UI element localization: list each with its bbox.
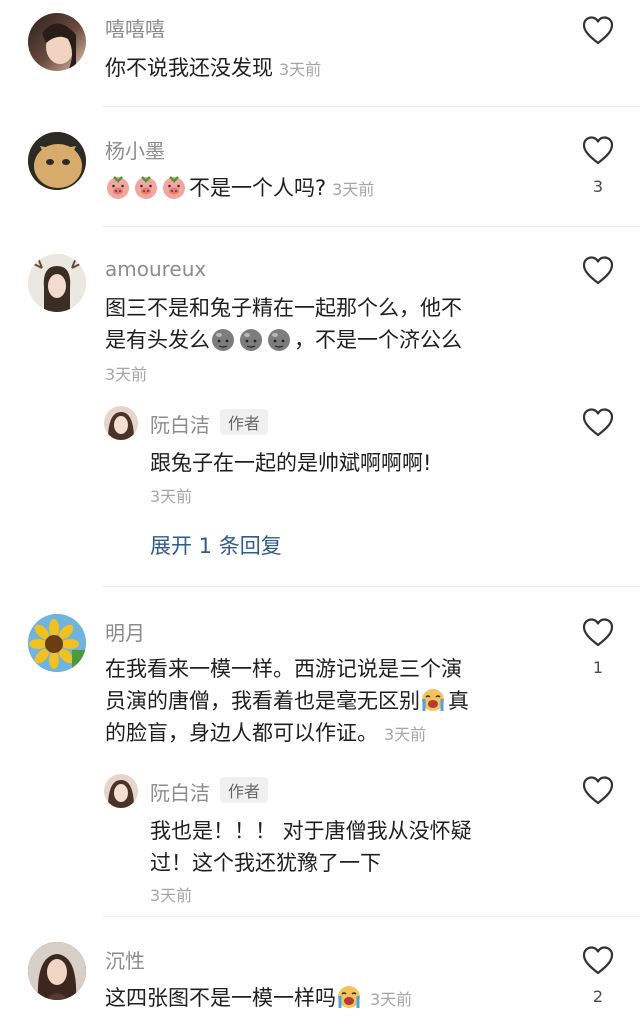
username[interactable]: 沉性 (105, 945, 145, 974)
comment-time: 3天前 (105, 365, 148, 384)
crying-emoji (336, 984, 362, 1010)
bald-head-emoji (266, 326, 292, 352)
author-badge: 作者 (220, 777, 269, 803)
username[interactable]: 嘻嘻嘻 (105, 13, 165, 42)
username[interactable]: 杨小墨 (105, 135, 165, 164)
comment-item: 明月 在我看来一模一样。西游记说是三个演 员演的唐僧，我看着也是毫无区别 真 的脸… (0, 588, 640, 918)
reply-user: 阮白洁 (150, 781, 210, 805)
comment-text: 这四张图不是一模一样吗 3天前 (105, 982, 412, 1016)
bald-head-emoji (210, 326, 236, 352)
comment-text: 不是一个人吗? 3天前 (105, 172, 374, 206)
comment-line: 图三不是和兔子精在一起那个么，他不 (105, 296, 462, 320)
reply-time: 3天前 (150, 886, 193, 905)
avatar[interactable] (28, 614, 86, 672)
heart-icon[interactable] (581, 134, 615, 168)
reply-time: 3天前 (150, 487, 193, 506)
reply-user: 阮白洁 (150, 413, 210, 437)
comment-line: 在我看来一模一样。西游记说是三个演 (105, 657, 462, 681)
comment-line: 的脸盲，身边人都可以作证。 3天前 (105, 717, 469, 751)
heart-icon[interactable] (581, 406, 615, 440)
comment-time: 3天前 (370, 990, 413, 1009)
comment-item: 嘻嘻嘻 你不说我还没发现 3天前 (0, 0, 640, 108)
like-count: 1 (592, 658, 604, 677)
comment-body: ，不是一个济公么 (294, 328, 462, 352)
bald-head-emoji (238, 326, 264, 352)
reply-line: 我也是！！！ 对于唐僧我从没怀疑 (150, 819, 472, 843)
comment-body: 是有头发么 (105, 328, 210, 352)
comment-time: 3天前 (332, 180, 375, 199)
comment-item: 沉性 这四张图不是一模一样吗 3天前 2 (0, 918, 640, 1027)
avatar[interactable] (104, 774, 138, 808)
heart-icon[interactable] (581, 254, 615, 288)
pig-face-emoji (133, 174, 159, 200)
heart-icon[interactable] (581, 616, 615, 650)
pig-face-emoji (161, 174, 187, 200)
comment-body: 不是一个人吗? (189, 176, 327, 200)
comment-body: 员演的唐僧，我看着也是毫无区别 (105, 689, 420, 713)
heart-icon[interactable] (581, 14, 615, 48)
avatar[interactable] (28, 13, 86, 71)
like-count: 2 (592, 987, 604, 1006)
reply-line: 过！这个我还犹豫了一下 (150, 851, 381, 875)
comment-line: 员演的唐僧，我看着也是毫无区别 真 (105, 685, 469, 717)
avatar[interactable] (28, 254, 86, 312)
avatar[interactable] (28, 132, 86, 190)
comment-text: 在我看来一模一样。西游记说是三个演 员演的唐僧，我看着也是毫无区别 真 的脸盲，身… (105, 653, 469, 751)
comment-time: 3天前 (279, 60, 322, 79)
username[interactable]: amoureux (105, 257, 206, 281)
username[interactable]: 明月 (105, 617, 145, 646)
comment-text: 你不说我还没发现 3天前 (105, 52, 321, 86)
divider (103, 586, 640, 587)
comment-line: 是有头发么 ，不是一个济公么 (105, 324, 462, 356)
comment-body: 的脸盲，身边人都可以作证。 (105, 721, 378, 745)
heart-icon[interactable] (581, 944, 615, 978)
pig-face-emoji (105, 174, 131, 200)
comment-text: 图三不是和兔子精在一起那个么，他不 是有头发么 ，不是一个济公么 (105, 292, 462, 356)
comment-item: 杨小墨 不是一个人吗? 3天前 3 (0, 108, 640, 228)
comment-body: 真 (448, 689, 469, 713)
expand-replies-link[interactable]: 展开 1 条回复 (150, 530, 282, 560)
username[interactable]: 阮白洁 作者 (150, 409, 269, 438)
username[interactable]: 阮白洁 作者 (150, 777, 269, 806)
like-count: 3 (592, 177, 604, 196)
heart-icon[interactable] (581, 774, 615, 808)
divider (103, 226, 640, 227)
comment-body: 这四张图不是一模一样吗 (105, 986, 336, 1010)
avatar[interactable] (104, 406, 138, 440)
crying-emoji (420, 687, 446, 713)
reply-text: 我也是！！！ 对于唐僧我从没怀疑 过！这个我还犹豫了一下 (150, 815, 472, 879)
comment-time: 3天前 (384, 725, 427, 744)
avatar[interactable] (28, 942, 86, 1000)
reply-text: 跟兔子在一起的是帅斌啊啊啊! (150, 451, 432, 475)
comment-body: 你不说我还没发现 (105, 56, 273, 80)
divider (103, 106, 640, 107)
author-badge: 作者 (220, 409, 269, 435)
comment-item: amoureux 图三不是和兔子精在一起那个么，他不 是有头发么 ，不是一个济公么… (0, 228, 640, 588)
divider (103, 916, 640, 917)
